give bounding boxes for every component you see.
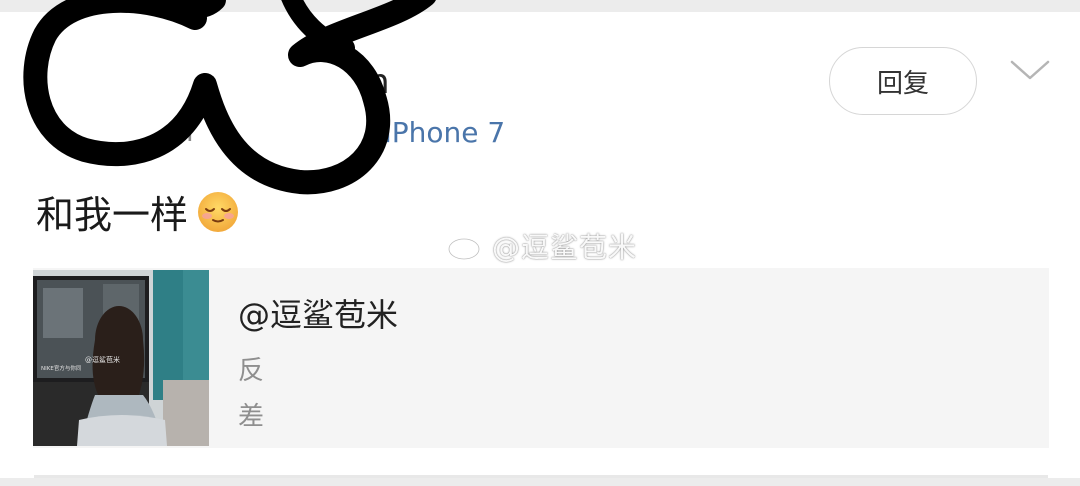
quote-line-1: 反 [238, 356, 265, 386]
thumbnail-caption: NIKE官方与你同 [41, 364, 82, 372]
comment-text: 和我一样 [36, 184, 240, 239]
bottom-separator [0, 478, 1080, 486]
weibo-watermark: @逗鲨苞米 [446, 226, 637, 266]
chevron-down-icon[interactable] [1008, 56, 1052, 84]
quoted-post[interactable]: @逗鲨苞米 NIKE官方与你同 @逗鲨苞米 反 差 [33, 268, 1049, 448]
weibo-logo-icon [447, 231, 486, 261]
comment-text-label: 和我一样 [36, 193, 189, 237]
quote-author[interactable]: @逗鲨苞米 [238, 290, 398, 336]
redaction-scribble [23, 0, 436, 195]
quote-line-2: 差 [238, 402, 265, 432]
quote-thumbnail-image[interactable]: @逗鲨苞米 NIKE官方与你同 [33, 270, 209, 446]
reply-button[interactable]: 回复 [829, 47, 977, 115]
watermark-text: @逗鲨苞米 [492, 231, 638, 264]
blush-emoji-icon [198, 191, 239, 232]
thumbnail-watermark: @逗鲨苞米 [85, 355, 120, 364]
